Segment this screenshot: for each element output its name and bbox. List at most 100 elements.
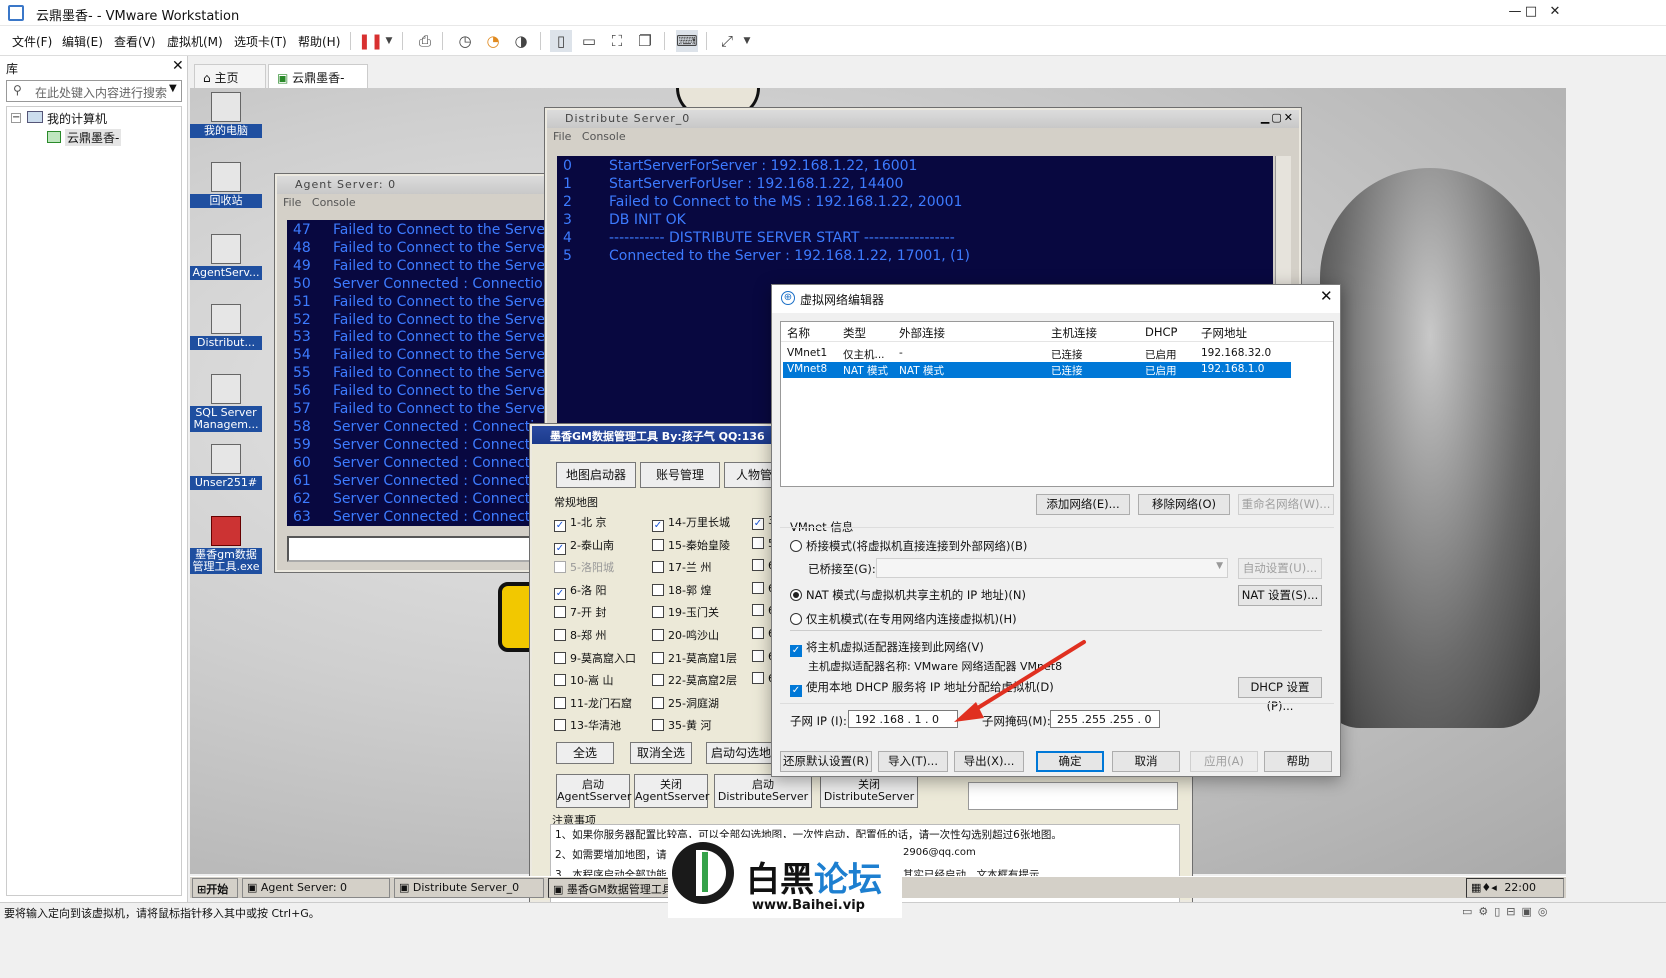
select-all-button[interactable]: 全选 [556, 742, 614, 764]
map-checkbox[interactable]: 20-鸣沙山 [652, 627, 719, 643]
ok-button[interactable]: 确定 [1036, 751, 1104, 772]
nat-settings-button[interactable]: NAT 设置(S)... [1238, 585, 1322, 606]
menu-file[interactable]: File [553, 130, 571, 143]
desktop-icon-distributeserver[interactable]: Distribut... [190, 304, 262, 350]
remove-network-button[interactable]: 移除网络(O) [1138, 494, 1230, 515]
tab-home[interactable]: ⌂ 主页 ✕ [194, 64, 266, 100]
desktop-icon-recycle-bin[interactable]: 回收站 [190, 162, 262, 208]
chevron-down-icon[interactable]: ▼ [169, 83, 177, 94]
table-row[interactable]: VMnet1 仅主机... - 已连接 已启用 192.168.32.0 [783, 346, 1291, 362]
map-checkbox[interactable]: 21-莫高窟1层 [652, 650, 737, 666]
column-header[interactable]: 类型 [843, 325, 866, 341]
desktop-icon-unser[interactable]: Unser251# [190, 444, 262, 490]
menu-tabs[interactable]: 选项卡(T) [234, 33, 287, 50]
revert-snapshot-icon[interactable]: ◔ [482, 30, 504, 52]
map-checkbox[interactable]: 19-玉门关 [652, 604, 719, 620]
stretch-icon[interactable]: ⤢ [716, 30, 738, 52]
console-icon[interactable]: ⌨ [676, 30, 698, 52]
maximize-button[interactable]: □ [1520, 2, 1542, 22]
deselect-all-button[interactable]: 取消全选 [630, 742, 692, 764]
map-checkbox[interactable]: ✓ 2-泰山南 [554, 537, 614, 555]
desktop-icon-my-computer[interactable]: 我的电脑 [190, 92, 262, 138]
menu-file[interactable]: 文件(F) [12, 33, 52, 50]
map-checkbox[interactable]: 18-郭 煌 [652, 582, 711, 598]
close-icon[interactable]: ✕ [1320, 287, 1333, 305]
add-network-button[interactable]: 添加网络(E)... [1036, 494, 1130, 515]
map-checkbox[interactable]: 11-龙门石窟 [554, 695, 632, 711]
chevron-down-icon[interactable]: ▼ [378, 30, 400, 52]
close-button[interactable]: ✕ [1544, 2, 1566, 22]
map-checkbox[interactable]: 13-华清池 [554, 717, 621, 733]
dhcp-settings-button[interactable]: DHCP 设置(P)... [1238, 677, 1322, 713]
start-checked-maps-button[interactable]: 启动勾选地 [706, 742, 776, 764]
menu-edit[interactable]: 编辑(E) [62, 33, 103, 50]
fullscreen-icon[interactable]: ⛶ [606, 30, 628, 52]
map-checkbox[interactable]: 5-洛阳城 [554, 559, 614, 575]
desktop-icon-gm-tool[interactable]: 墨香gm数据管理工具.exe [190, 516, 262, 574]
menu-help[interactable]: 帮助(H) [298, 33, 340, 50]
column-header[interactable]: DHCP [1145, 325, 1177, 339]
import-button[interactable]: 导入(T)... [878, 751, 948, 772]
map-checkbox[interactable]: 8-郑 州 [554, 627, 606, 643]
start-button[interactable]: ⊞开始 [192, 878, 238, 898]
sql-tray-icon[interactable]: ♦ [1481, 881, 1491, 894]
menu-view[interactable]: 查看(V) [114, 33, 156, 50]
desktop-icon-agentserver[interactable]: AgentServ... [190, 234, 262, 280]
log-textbox[interactable] [968, 782, 1178, 810]
taskbar-item-distribute[interactable]: ▣ Distribute Server_0 [394, 878, 544, 898]
window-controls[interactable]: ▁▢✕ [1261, 111, 1295, 124]
export-button[interactable]: 导出(X)... [954, 751, 1024, 772]
network-tray-icon[interactable]: ▦ [1471, 881, 1481, 894]
snapshot-manager-icon[interactable]: ◑ [510, 30, 532, 52]
map-checkbox[interactable]: 22-莫高窟2层 [652, 672, 737, 688]
bridge-mode-radio[interactable]: 桥接模式(将虚拟机直接连接到外部网络)(B) [790, 538, 1027, 554]
apply-button[interactable]: 应用(A) [1190, 751, 1258, 772]
desktop-icon-sql-server[interactable]: SQL Server Managem... [190, 374, 262, 432]
table-row[interactable]: VMnet8 NAT 模式 NAT 模式 已连接 已启用 192.168.1.0 [783, 362, 1291, 378]
unity-icon[interactable]: ❐ [634, 30, 656, 52]
map-checkbox[interactable]: ✓ 14-万里长城 [652, 514, 730, 532]
account-button[interactable]: 账号管理 [640, 462, 720, 488]
menu-console[interactable]: Console [312, 196, 356, 209]
snapshot-icon[interactable]: ◷ [454, 30, 476, 52]
map-checkbox[interactable]: 17-兰 州 [652, 559, 711, 575]
column-header[interactable]: 名称 [787, 325, 810, 341]
map-checkbox[interactable]: 25-洞庭湖 [652, 695, 719, 711]
restore-defaults-button[interactable]: 还原默认设置(R) [780, 751, 872, 772]
map-checkbox[interactable]: 15-秦始皇陵 [652, 537, 730, 553]
close-icon[interactable]: ✕ [172, 58, 184, 74]
menu-console[interactable]: Console [582, 130, 626, 143]
collapse-icon[interactable]: − [11, 113, 21, 123]
speaker-tray-icon[interactable]: ◂ [1491, 881, 1497, 894]
pause-icon[interactable]: ❚❚ [358, 30, 383, 52]
tab-vm[interactable]: ▣ 云鼎墨香- ✕ [268, 64, 368, 100]
chevron-down-icon[interactable]: ▼ [736, 30, 758, 52]
tree-item-my-computer[interactable]: 我的计算机 [47, 110, 107, 127]
tree-item-vm[interactable]: 云鼎墨香- [65, 129, 122, 146]
help-button[interactable]: 帮助 [1264, 751, 1332, 772]
send-keys-icon[interactable]: ⎙ [414, 30, 436, 52]
agent-command-input[interactable] [287, 536, 567, 562]
column-header[interactable]: 外部连接 [899, 325, 945, 341]
stop-distribute-button[interactable]: 关闭 DistributeServer [820, 774, 918, 808]
map-checkbox[interactable]: 9-莫高窟入口 [554, 650, 636, 666]
start-distribute-button[interactable]: 启动 DistributeServer [714, 774, 812, 808]
rename-network-button[interactable]: 重命名网络(W)... [1238, 494, 1334, 515]
sidebar-view-icon[interactable]: ▯ [550, 30, 572, 52]
search-input[interactable]: ⚲ 在此处键入内容进行搜索 ▼ [6, 80, 182, 102]
map-checkbox[interactable]: 7-开 封 [554, 604, 606, 620]
auto-settings-button[interactable]: 自动设置(U)... [1238, 558, 1322, 579]
device-status-icons[interactable]: ▭⚙▯⊟▣◎ [1462, 905, 1554, 918]
map-launcher-button[interactable]: 地图启动器 [556, 462, 636, 488]
cancel-button[interactable]: 取消 [1112, 751, 1180, 772]
thumbnail-view-icon[interactable]: ▭ [578, 30, 600, 52]
stop-agent-button[interactable]: 关闭 AgentSserver [634, 774, 709, 808]
host-only-radio[interactable]: 仅主机模式(在专用网络内连接虚拟机)(H) [790, 611, 1017, 627]
map-checkbox[interactable]: ✓ 6-洛 阳 [554, 582, 606, 600]
column-header[interactable]: 主机连接 [1051, 325, 1097, 341]
bridge-to-select[interactable]: ▼ [876, 558, 1228, 578]
taskbar-item-agent[interactable]: ▣ Agent Server: 0 [242, 878, 390, 898]
map-checkbox[interactable]: 35-黄 河 [652, 717, 711, 733]
map-checkbox[interactable]: ✓ 1-北 京 [554, 514, 606, 532]
menu-vm[interactable]: 虚拟机(M) [167, 33, 223, 50]
